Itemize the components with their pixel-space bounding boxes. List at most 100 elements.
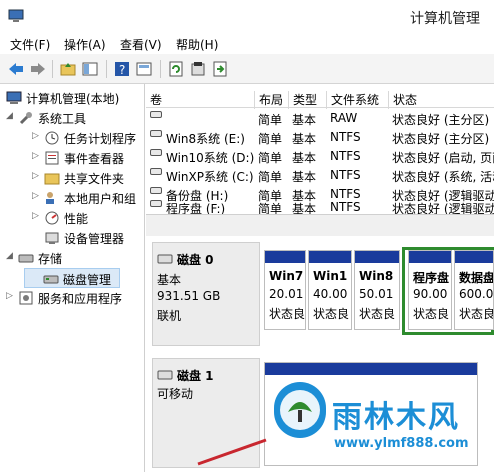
- menu-action[interactable]: 操作(A): [64, 36, 106, 53]
- partition-win10[interactable]: Win1 40.00 状态良: [308, 250, 352, 330]
- console-icon[interactable]: [134, 59, 154, 79]
- tree-item-device-manager[interactable]: 设备管理器: [0, 228, 145, 248]
- table-row[interactable]: WinXP系统 (C:) 简单 基本 NTFS 状态良好 (系统, 活动: [146, 166, 494, 185]
- watermark-logo-icon: [274, 382, 326, 438]
- back-arrow-icon[interactable]: [6, 59, 26, 79]
- partition-name: Win8: [359, 269, 394, 283]
- drive-icon: [150, 149, 162, 156]
- partition-size: 600.0: [459, 287, 494, 301]
- disk-name: 磁盘 0: [177, 253, 214, 267]
- tree-item-storage[interactable]: ◢ 存储: [0, 248, 145, 268]
- pane-divider[interactable]: [146, 214, 494, 236]
- tree-item-label: 设备管理器: [64, 232, 125, 246]
- partition-status: 状态良: [313, 307, 350, 321]
- tree-item-label: 系统工具: [38, 112, 87, 126]
- volume-layout: 简单: [258, 151, 283, 165]
- expand-icon[interactable]: ▷: [32, 191, 42, 201]
- column-header-filesystem[interactable]: 文件系统: [326, 91, 379, 109]
- volume-list: 卷 布局 类型 文件系统 状态 简单 基本 RAW 状态良好 (主分区) Win…: [146, 84, 494, 216]
- disk-size: 931.51 GB: [157, 289, 221, 303]
- partition-size: 20.01: [269, 287, 304, 301]
- expand-icon[interactable]: ▷: [32, 171, 42, 181]
- volume-filesystem: NTFS: [330, 130, 361, 144]
- show-tree-icon[interactable]: [80, 59, 100, 79]
- expand-icon[interactable]: ▷: [32, 151, 42, 161]
- partition-name: 程序盘: [413, 271, 450, 285]
- tree-item-label: 共享文件夹: [64, 172, 125, 186]
- tree-item-task-scheduler[interactable]: ▷ 任务计划程序: [0, 128, 145, 148]
- partition-bar: [265, 363, 477, 375]
- partition-program[interactable]: 程序盘 90.00 状态良: [408, 250, 452, 330]
- up-folder-icon[interactable]: [58, 59, 78, 79]
- menu-view[interactable]: 查看(V): [120, 36, 162, 53]
- volume-layout: 简单: [258, 113, 283, 127]
- partition-win8[interactable]: Win8 50.01 状态良: [354, 250, 400, 330]
- drive-icon: [150, 168, 162, 175]
- tree-root-label: 计算机管理(本地): [26, 92, 120, 106]
- pointer-arrow: [197, 438, 267, 466]
- table-row[interactable]: Win8系统 (E:) 简单 基本 NTFS 状态良好 (主分区): [146, 128, 494, 147]
- expand-icon[interactable]: ▷: [32, 211, 42, 221]
- volume-layout: 简单: [258, 170, 283, 184]
- drive-icon: [150, 200, 162, 207]
- tree-item-shared-folders[interactable]: ▷ 共享文件夹: [0, 168, 145, 188]
- expand-icon[interactable]: ▷: [6, 291, 16, 301]
- disk-state: 联机: [157, 309, 182, 323]
- toolbar: ?: [0, 54, 494, 84]
- tree-item-label: 服务和应用程序: [38, 292, 123, 306]
- help-icon[interactable]: ?: [112, 59, 132, 79]
- tree-item-label: 任务计划程序: [64, 132, 137, 146]
- partition-status: 状态良: [459, 307, 494, 321]
- partition-name: Win7: [269, 269, 304, 283]
- disk-name: 磁盘 1: [177, 369, 214, 383]
- partition-status: 状态良: [269, 307, 306, 321]
- column-header-volume[interactable]: 卷: [146, 91, 162, 109]
- column-header-type[interactable]: 类型: [288, 91, 317, 109]
- svg-text:?: ?: [119, 63, 125, 77]
- column-header-status[interactable]: 状态: [388, 91, 417, 109]
- computer-icon: [6, 90, 22, 106]
- refresh-icon[interactable]: [166, 59, 186, 79]
- table-row[interactable]: Win10系统 (D:) 简单 基本 NTFS 状态良好 (启动, 页面: [146, 147, 494, 166]
- volume-status: 状态良好 (系统, 活动: [392, 170, 494, 184]
- device-manager-icon: [44, 230, 60, 246]
- drive-icon: [150, 111, 162, 118]
- table-row[interactable]: 简单 基本 RAW 状态良好 (主分区): [146, 109, 494, 128]
- users-icon: [44, 190, 60, 206]
- export-icon[interactable]: [210, 59, 230, 79]
- partition-data[interactable]: 数据盘 600.0 状态良: [454, 250, 494, 330]
- partition-bar: [455, 251, 493, 263]
- tree-item-local-users[interactable]: ▷ 本地用户和组: [0, 188, 145, 208]
- partition-win7[interactable]: Win7 20.01 状态良: [264, 250, 306, 330]
- tree-item-event-viewer[interactable]: ▷ 事件查看器: [0, 148, 145, 168]
- volume-name: Win8系统 (E:): [166, 132, 245, 146]
- column-header-layout[interactable]: 布局: [254, 91, 283, 109]
- volume-status: 状态良好 (主分区): [392, 132, 490, 146]
- menu-help[interactable]: 帮助(H): [176, 36, 218, 53]
- menu-file[interactable]: 文件(F): [10, 36, 50, 53]
- tree-item-label: 磁盘管理: [63, 273, 112, 287]
- partition-size: 40.00: [313, 287, 348, 301]
- tree-item-label: 本地用户和组: [64, 192, 137, 206]
- partition-bar: [409, 251, 451, 263]
- disk-0-info[interactable]: 磁盘 0 基本 931.51 GB 联机: [152, 242, 260, 346]
- drive-icon: [150, 130, 162, 137]
- partition-bar: [309, 251, 351, 263]
- properties-icon[interactable]: [188, 59, 208, 79]
- partition-name: Win1: [313, 269, 348, 283]
- tree-item-disk-management[interactable]: 磁盘管理: [24, 268, 120, 288]
- tree-item-label: 事件查看器: [64, 152, 125, 166]
- collapse-icon[interactable]: ◢: [6, 251, 16, 261]
- disk-icon: [157, 253, 173, 267]
- expand-icon[interactable]: ▷: [32, 131, 42, 141]
- computer-management-icon: [8, 8, 24, 24]
- tree-item-services-apps[interactable]: ▷ 服务和应用程序: [0, 288, 145, 308]
- partition-bar: [355, 251, 399, 263]
- forward-arrow-icon[interactable]: [28, 59, 48, 79]
- tree-item-system-tools[interactable]: ◢ 系统工具: [0, 108, 145, 128]
- collapse-icon[interactable]: ◢: [6, 111, 16, 121]
- disk-type: 可移动: [157, 387, 194, 401]
- tree-root[interactable]: 计算机管理(本地): [0, 88, 145, 108]
- volume-type: 基本: [292, 113, 317, 127]
- tree-item-performance[interactable]: ▷ 性能: [0, 208, 145, 228]
